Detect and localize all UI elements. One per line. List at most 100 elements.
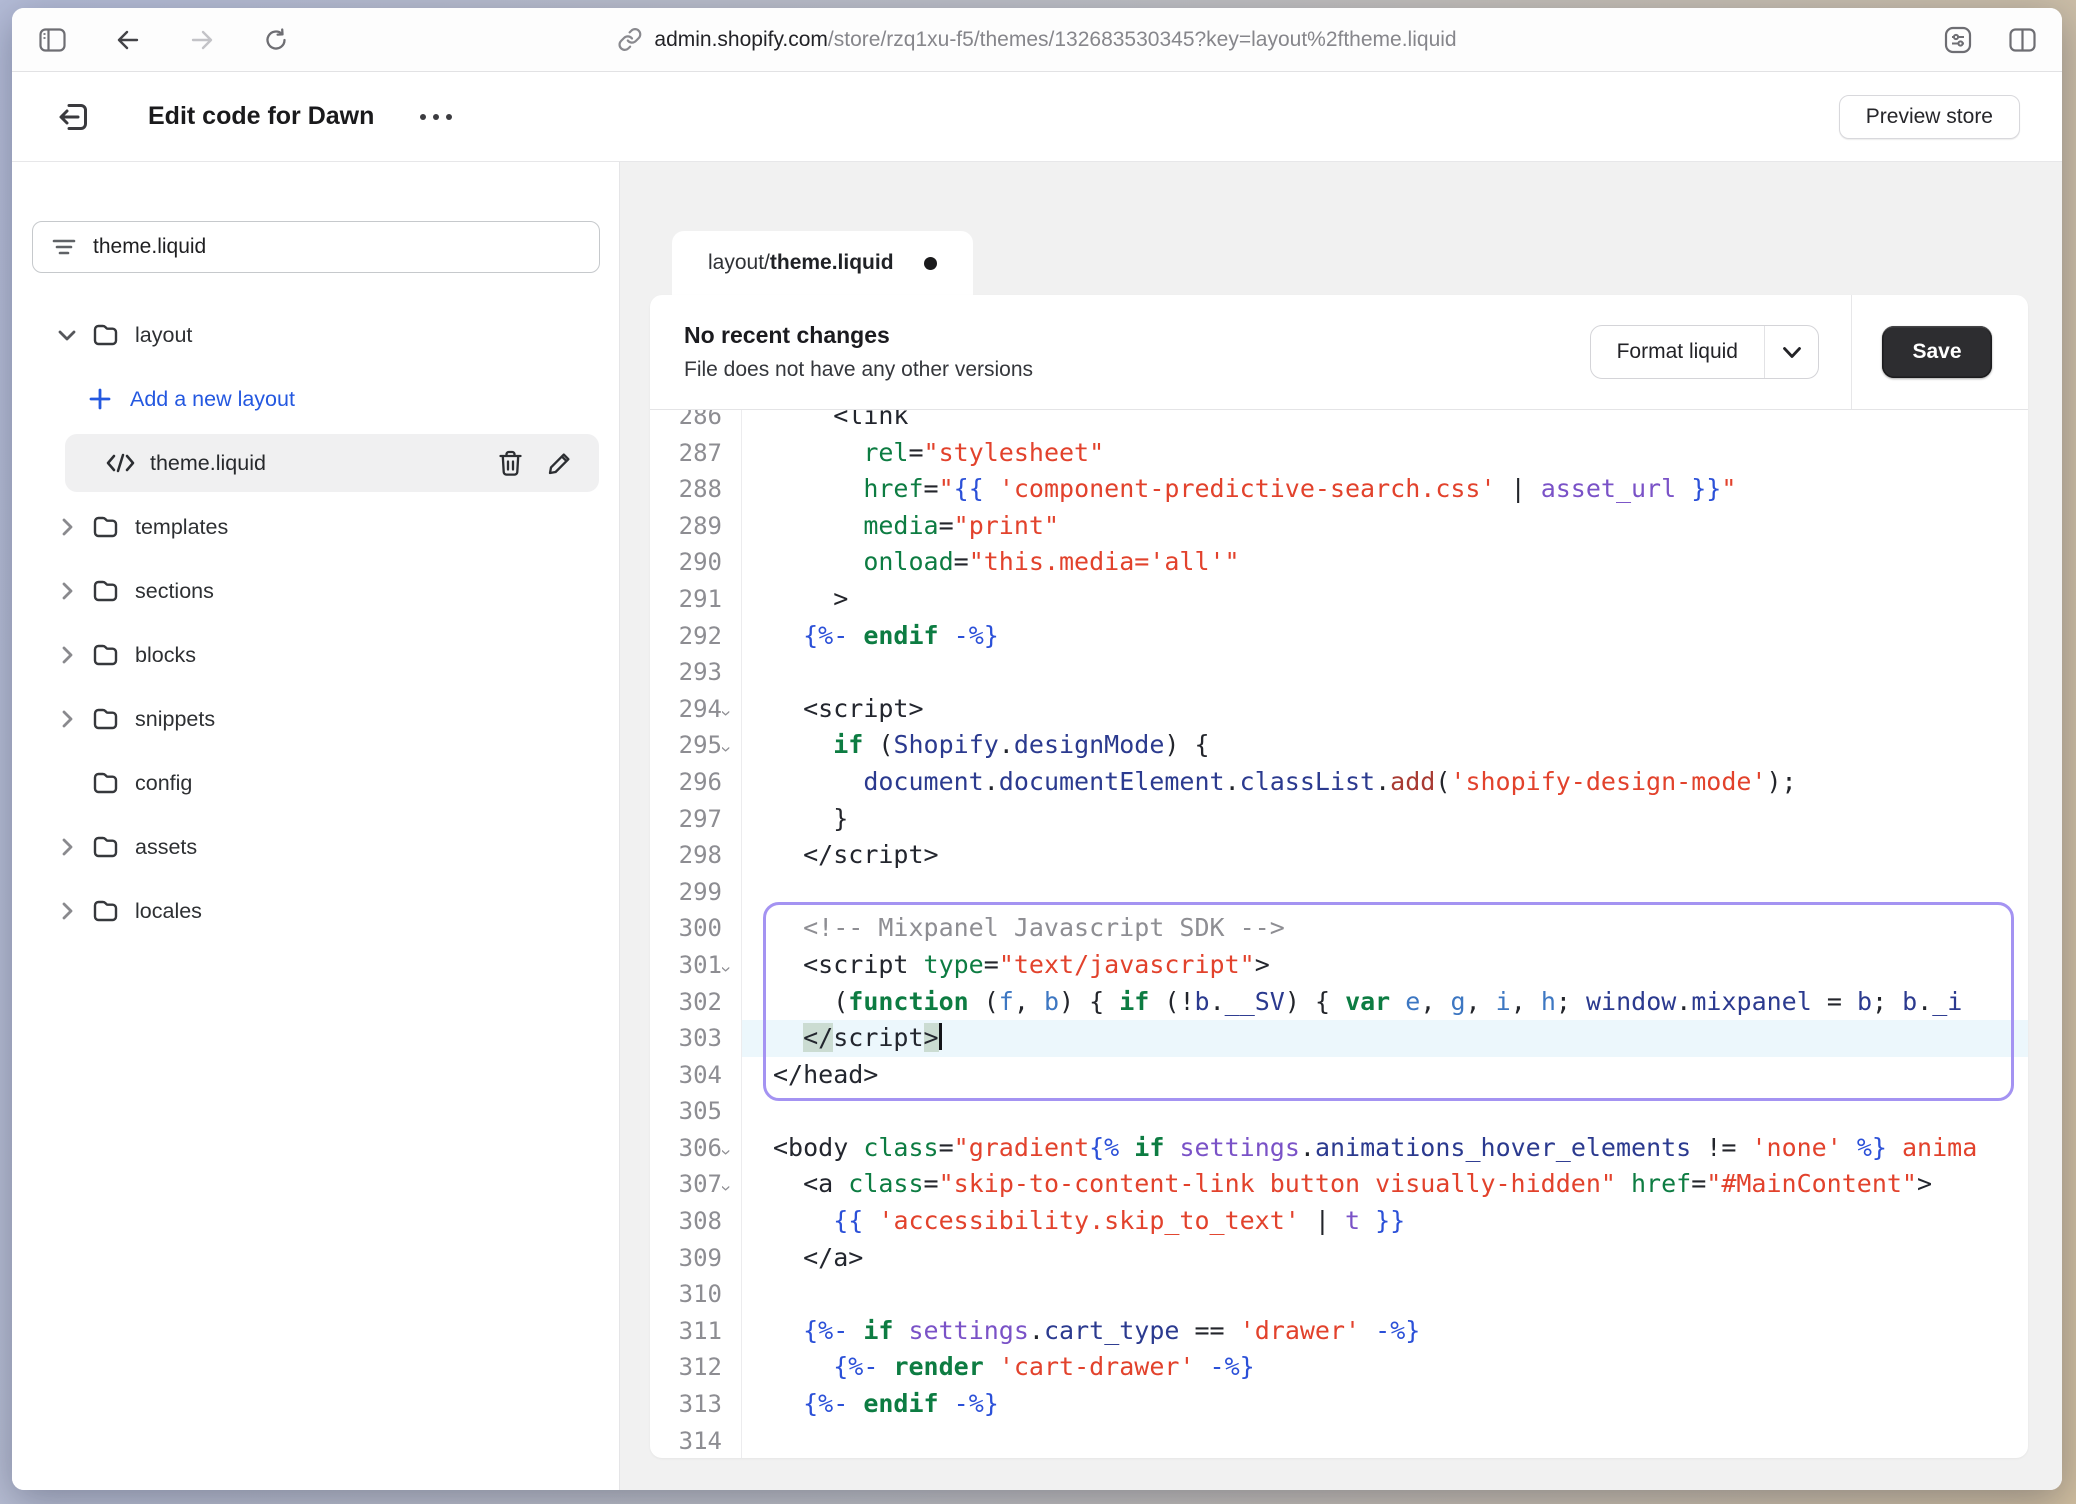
code-line-288: 288 href="{{ 'component-predictive-searc… xyxy=(650,471,2028,508)
code-line-310: 310 xyxy=(650,1276,2028,1313)
line-number: 311 xyxy=(650,1313,722,1350)
file-tree: layoutAdd a new layouttheme.liquidtempla… xyxy=(12,303,619,943)
line-number: 308 xyxy=(650,1203,722,1240)
changes-title: No recent changes xyxy=(684,322,1033,349)
line-number: 304 xyxy=(650,1057,722,1094)
sidebar-folder-locales[interactable]: locales xyxy=(12,879,619,943)
sidebar-toggle-icon[interactable] xyxy=(38,26,66,54)
browser-window: admin.shopify.com/store/rzq1xu-f5/themes… xyxy=(12,8,2062,1490)
code-line-294: 294› <script> xyxy=(650,691,2028,728)
plus-icon xyxy=(88,387,112,411)
line-number: 291 xyxy=(650,581,722,618)
browser-toolbar: admin.shopify.com/store/rzq1xu-f5/themes… xyxy=(12,8,2062,72)
code-line-296: 296 document.documentElement.classList.a… xyxy=(650,764,2028,801)
code-line-312: 312 {%- render 'cart-drawer' -%} xyxy=(650,1349,2028,1386)
line-number: 294 xyxy=(650,691,722,728)
code-line-302: 302 (function (f, b) { if (!b.__SV) { va… xyxy=(650,984,2028,1021)
fold-toggle-icon[interactable]: › xyxy=(708,1186,745,1192)
code-line-313: 313 {%- endif -%} xyxy=(650,1386,2028,1423)
code-line-298: 298 </script> xyxy=(650,837,2028,874)
line-number: 292 xyxy=(650,618,722,655)
sidebar-folder-sections[interactable]: sections xyxy=(12,559,619,623)
chevron-right-icon[interactable] xyxy=(56,837,78,857)
sidebar-folder-assets[interactable]: assets xyxy=(12,815,619,879)
format-liquid-button[interactable]: Format liquid xyxy=(1590,325,1819,379)
browser-settings-icon[interactable] xyxy=(1944,26,1972,54)
line-number: 309 xyxy=(650,1240,722,1277)
back-icon[interactable] xyxy=(114,26,142,54)
folder-icon xyxy=(92,899,119,923)
exit-icon[interactable] xyxy=(56,99,92,135)
split-view-icon[interactable] xyxy=(2008,26,2036,54)
line-number: 287 xyxy=(650,435,722,472)
folder-icon xyxy=(92,707,119,731)
chevron-right-icon[interactable] xyxy=(56,581,78,601)
line-number: 290 xyxy=(650,544,722,581)
sidebar-folder-templates[interactable]: templates xyxy=(12,495,619,559)
code-editor[interactable]: 286 <link287 rel="stylesheet"288 href="{… xyxy=(650,410,2028,1458)
save-button[interactable]: Save xyxy=(1882,326,1992,378)
code-line-303: 303 </script> xyxy=(650,1020,2028,1057)
tab-label: layout/theme.liquid xyxy=(708,251,894,275)
fold-toggle-icon[interactable]: › xyxy=(708,710,745,716)
line-number: 288 xyxy=(650,471,722,508)
sidebar-file-theme.liquid[interactable]: theme.liquid xyxy=(65,434,599,492)
line-number: 306 xyxy=(650,1130,722,1167)
line-number: 305 xyxy=(650,1093,722,1130)
sidebar-folder-snippets[interactable]: snippets xyxy=(12,687,619,751)
chevron-right-icon[interactable] xyxy=(56,517,78,537)
chevron-right-icon[interactable] xyxy=(56,901,78,921)
code-line-299: 299 xyxy=(650,874,2028,911)
code-line-290: 290 onload="this.media='all'" xyxy=(650,544,2028,581)
chevron-right-icon[interactable] xyxy=(56,709,78,729)
chevron-right-icon[interactable] xyxy=(56,645,78,665)
code-line-314: 314 xyxy=(650,1423,2028,1458)
unsaved-dot-icon xyxy=(924,257,937,270)
sidebar-folder-config[interactable]: config xyxy=(12,751,619,815)
code-line-307: 307› <a class="skip-to-content-link butt… xyxy=(650,1166,2028,1203)
code-file-icon xyxy=(105,453,136,473)
filter-icon xyxy=(51,236,77,258)
folder-icon xyxy=(92,515,119,539)
code-line-289: 289 media="print" xyxy=(650,508,2028,545)
rename-file-icon[interactable] xyxy=(547,450,573,477)
sidebar-folder-blocks[interactable]: blocks xyxy=(12,623,619,687)
reload-icon[interactable] xyxy=(262,26,290,54)
fold-toggle-icon[interactable]: › xyxy=(708,966,745,972)
line-number: 312 xyxy=(650,1349,722,1386)
file-search-box[interactable] xyxy=(32,221,600,273)
editor-tab[interactable]: layout/theme.liquid xyxy=(672,231,973,295)
code-line-297: 297 } xyxy=(650,801,2028,838)
text-cursor xyxy=(939,1023,942,1050)
delete-file-icon[interactable] xyxy=(498,450,523,477)
file-sidebar: layoutAdd a new layouttheme.liquidtempla… xyxy=(12,162,620,1490)
url-text[interactable]: admin.shopify.com/store/rzq1xu-f5/themes… xyxy=(654,28,1456,52)
sidebar-add-layout[interactable]: Add a new layout xyxy=(12,367,619,431)
code-line-306: 306›<body class="gradient{% if settings.… xyxy=(650,1130,2028,1167)
forward-icon[interactable] xyxy=(188,26,216,54)
link-icon xyxy=(617,27,642,52)
more-menu-icon[interactable] xyxy=(420,114,452,120)
line-number: 297 xyxy=(650,801,722,838)
code-line-291: 291 > xyxy=(650,581,2028,618)
code-line-311: 311 {%- if settings.cart_type == 'drawer… xyxy=(650,1313,2028,1350)
code-line-309: 309 </a> xyxy=(650,1240,2028,1277)
chevron-down-icon[interactable] xyxy=(1764,326,1818,378)
page-title: Edit code for Dawn xyxy=(148,102,374,131)
fold-toggle-icon[interactable]: › xyxy=(708,747,745,753)
line-number: 296 xyxy=(650,764,722,801)
folder-icon xyxy=(92,835,119,859)
folder-icon xyxy=(92,771,119,795)
preview-store-button[interactable]: Preview store xyxy=(1839,95,2020,139)
chevron-down-icon[interactable] xyxy=(56,329,78,342)
fold-toggle-icon[interactable]: › xyxy=(708,1149,745,1155)
file-search-input[interactable] xyxy=(93,235,533,259)
line-number: 310 xyxy=(650,1276,722,1313)
editor-card-header: No recent changes File does not have any… xyxy=(650,295,2028,410)
code-line-305: 305 xyxy=(650,1093,2028,1130)
sidebar-folder-layout[interactable]: layout xyxy=(12,303,619,367)
line-number: 300 xyxy=(650,910,722,947)
changes-subtitle: File does not have any other versions xyxy=(684,358,1033,382)
folder-icon xyxy=(92,323,119,347)
app-header: Edit code for Dawn Preview store xyxy=(12,72,2062,162)
